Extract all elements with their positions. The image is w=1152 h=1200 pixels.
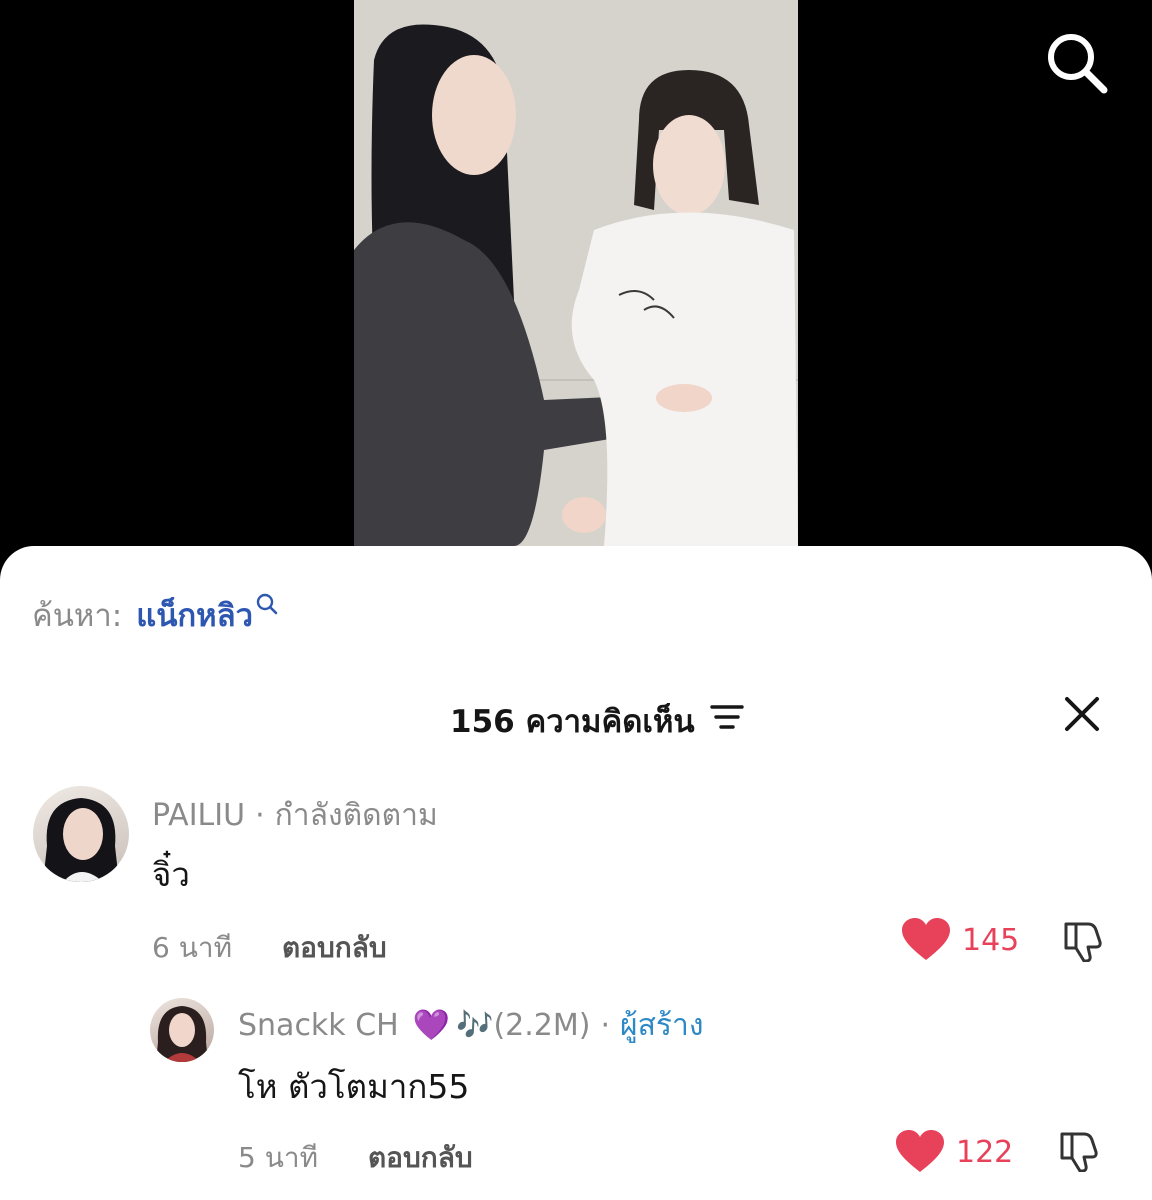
dislike-icon[interactable] [1058,1130,1104,1172]
music-badge: 🎶(2.2M) [456,1008,591,1043]
search-icon-small [256,593,278,615]
dislike-icon[interactable] [1062,920,1108,962]
like-count: 145 [962,922,1020,958]
search-button[interactable] [1044,30,1110,96]
comment-time: 6 นาที [152,931,233,964]
video-player[interactable] [354,0,798,546]
comment-time: 5 นาที [238,1141,319,1174]
reply-button[interactable]: ตอบกลับ [282,926,387,970]
avatar[interactable] [33,786,129,882]
comment-username[interactable]: PAILIU [152,798,245,833]
comments-sheet: ค้นหา: แน็กหลิว 156 ความคิดเห็น PAILIU ·… [0,546,1152,1200]
comment-author-line: Snackk CH 💜 🎶(2.2M) · ผู้สร้าง [238,1002,704,1049]
comment-author-line: PAILIU · กำลังติดตาม [152,792,438,839]
comment-count: 156 ความคิดเห็น [450,704,695,740]
search-term[interactable]: แน็กหลิว [136,590,253,640]
comment-username[interactable]: Snackk CH [238,1008,399,1043]
close-icon[interactable] [1062,694,1102,734]
comment-text: จิ๋ว [152,855,190,894]
avatar[interactable] [150,998,214,1062]
separator-dot: · [255,798,265,833]
video-area[interactable] [0,0,1152,560]
like-count: 122 [956,1134,1014,1170]
heart-icon [902,918,950,960]
comment-text: โห ตัวโตมาก55 [238,1067,470,1106]
reply-button[interactable]: ตอบกลับ [368,1136,473,1180]
video-frame-image [354,0,798,546]
search-icon [1048,34,1108,94]
comments-header: 156 ความคิดเห็น [0,692,1152,740]
following-label: กำลังติดตาม [274,798,438,833]
purple-heart-emoji: 💜 [412,1008,451,1043]
like-button[interactable]: 145 [902,918,1019,962]
related-search-link[interactable]: ค้นหา: แน็กหลิว [32,590,279,640]
separator-dot: · [600,1008,610,1043]
filter-icon[interactable] [710,702,744,732]
creator-badge: ผู้สร้าง [620,1008,704,1043]
heart-icon [896,1130,944,1172]
like-button[interactable]: 122 [896,1130,1013,1174]
search-prefix-label: ค้นหา: [32,598,123,634]
